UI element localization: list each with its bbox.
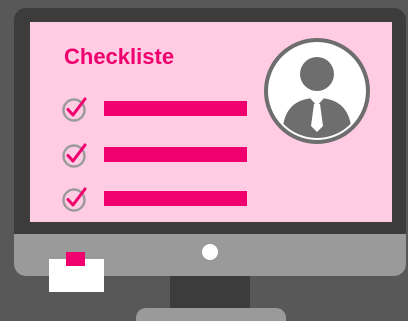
checklist-title: Checkliste	[64, 44, 175, 69]
checklist-item-line	[104, 147, 247, 162]
checkmark-circle-icon	[62, 187, 87, 212]
checklist-item	[62, 142, 252, 168]
checkmark-circle-icon	[62, 97, 87, 122]
checklist-item	[62, 96, 252, 122]
person-with-tie-icon	[264, 38, 370, 144]
illustration: Checkliste	[0, 0, 408, 321]
checkmark-circle-icon	[62, 143, 87, 168]
checklist-item	[62, 186, 252, 212]
monitor-stand-neck	[170, 276, 250, 310]
monitor-stand-base	[136, 308, 286, 321]
checklist-item-line	[104, 101, 247, 116]
checklist-item-line	[104, 191, 247, 206]
power-button-icon	[202, 244, 218, 260]
sticky-note-tape	[66, 252, 85, 266]
monitor-screen: Checkliste	[30, 22, 392, 222]
